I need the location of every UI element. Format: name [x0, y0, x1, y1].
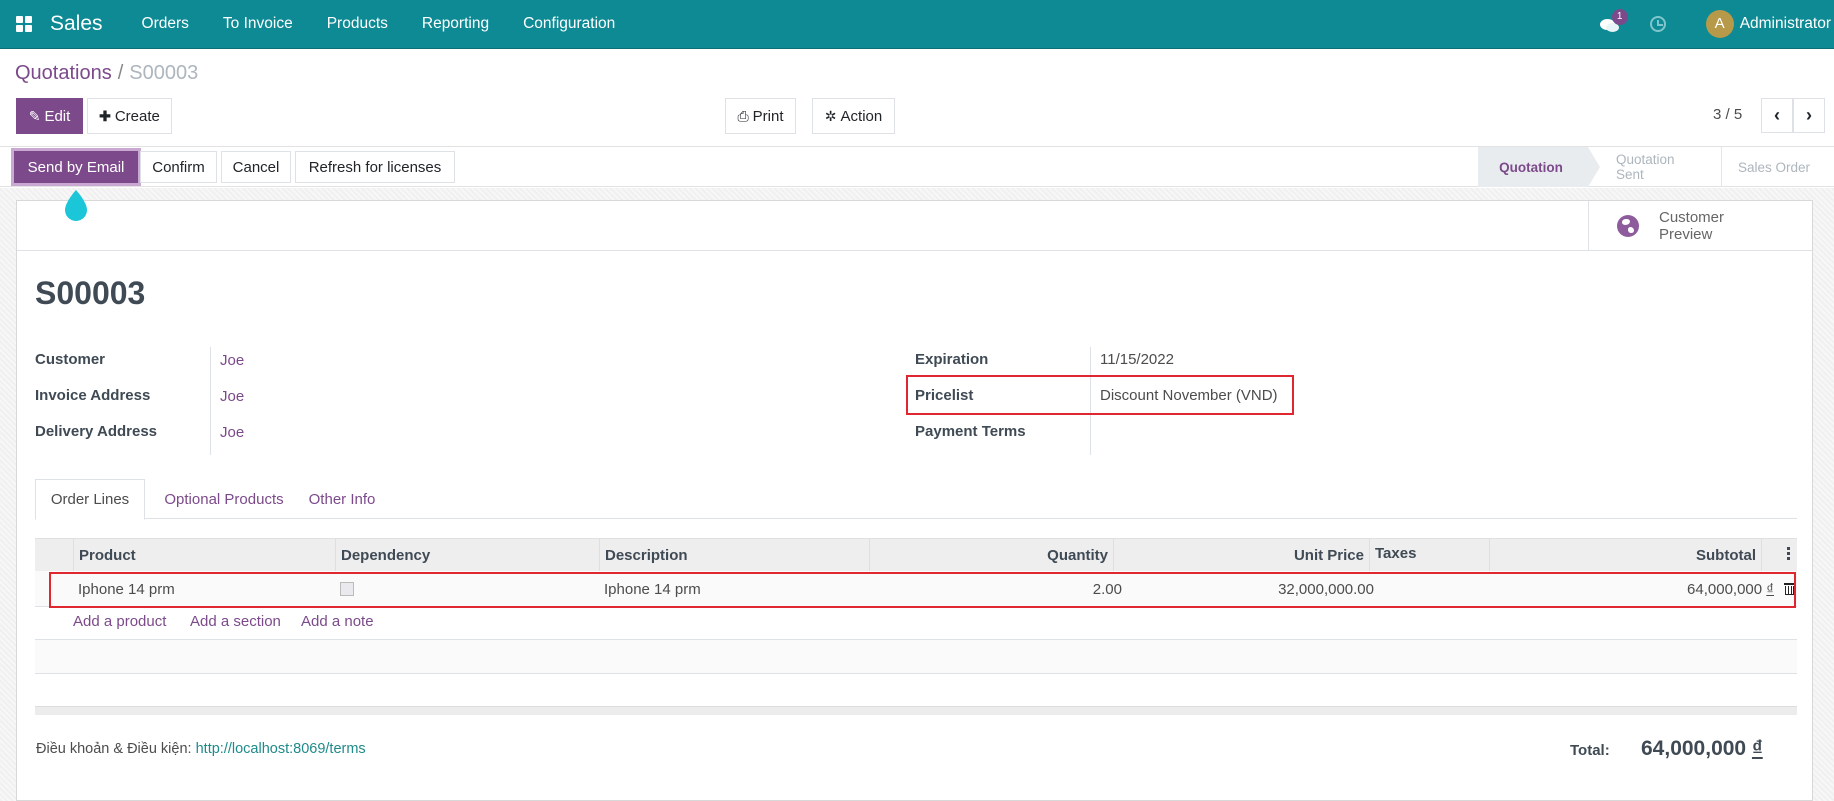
invoice-address-value[interactable]: Joe	[220, 388, 244, 405]
tab-other-info[interactable]: Other Info	[300, 479, 384, 519]
navbar-systray: 1 A Administrator	[1599, 0, 1834, 49]
user-menu[interactable]: Administrator	[1740, 15, 1831, 33]
payment-terms-label: Payment Terms	[915, 423, 1026, 440]
form-sheet: Customer Preview S00003 Customer Invoice…	[16, 200, 1813, 801]
menu-reporting[interactable]: Reporting	[422, 15, 489, 33]
messages-icon[interactable]: 1	[1599, 9, 1628, 33]
breadcrumb-current: S00003	[129, 62, 199, 84]
stage-sales-order[interactable]: Sales Order	[1722, 147, 1834, 187]
expiration-label: Expiration	[915, 351, 989, 368]
menu-orders[interactable]: Orders	[142, 15, 189, 33]
print-label: Print	[752, 107, 784, 125]
activities-clock-icon[interactable]	[1649, 16, 1666, 32]
column-subtotal[interactable]: Subtotal	[1489, 539, 1761, 572]
add-product-link[interactable]: Add a product	[73, 613, 166, 630]
column-description[interactable]: Description	[599, 539, 869, 572]
terms-link[interactable]: http://localhost:8069/terms	[196, 741, 366, 757]
customer-value[interactable]: Joe	[220, 352, 244, 369]
action-button[interactable]: ✲ Action	[812, 98, 895, 134]
menu-configuration[interactable]: Configuration	[523, 15, 615, 33]
add-note-link[interactable]: Add a note	[301, 613, 374, 630]
top-navbar: Sales Orders To Invoice Products Reporti…	[0, 0, 1834, 49]
table-footer	[35, 706, 1797, 715]
chevron-left-icon: ‹	[1774, 105, 1780, 125]
breadcrumb-quotations[interactable]: Quotations	[15, 62, 112, 84]
pager-next-button[interactable]: ›	[1793, 98, 1825, 133]
invoice-address-label: Invoice Address	[35, 387, 151, 404]
tour-tip-pin-icon[interactable]	[63, 188, 89, 222]
send-by-email-button[interactable]: Send by Email	[14, 151, 138, 183]
user-avatar[interactable]: A	[1705, 10, 1734, 38]
pager-value[interactable]: 3 / 5	[1713, 106, 1742, 123]
terms-and-conditions: Điều khoản & Điều kiện: http://localhost…	[36, 741, 366, 757]
total-label: Total:	[1570, 742, 1610, 759]
apps-menu-icon[interactable]	[16, 16, 32, 32]
customer-preview-button[interactable]: Customer Preview	[1588, 201, 1812, 251]
breadcrumb-separator: /	[117, 62, 124, 84]
row-divider	[35, 673, 1797, 674]
plus-icon: ✚	[99, 107, 111, 124]
menu-products[interactable]: Products	[327, 15, 388, 33]
handle-column-header	[35, 539, 73, 572]
total-amount: 64,000,000 ₫	[1641, 737, 1763, 761]
total-currency: ₫	[1751, 737, 1763, 760]
status-stages: Quotation Quotation Sent Sales Order	[1478, 147, 1834, 187]
edit-label: Edit	[44, 107, 71, 125]
action-label: Action	[840, 107, 883, 125]
stage-quotation[interactable]: Quotation	[1478, 147, 1600, 187]
chevron-right-icon: ›	[1806, 105, 1812, 125]
add-section-link[interactable]: Add a section	[190, 613, 281, 630]
column-product[interactable]: Product	[73, 539, 335, 572]
notebook-tabs: Order Lines Optional Products Other Info	[35, 479, 1797, 520]
delivery-address-value[interactable]: Joe	[220, 424, 244, 441]
pencil-icon: ✎	[28, 107, 41, 124]
record-title: S00003	[35, 275, 146, 311]
customer-preview-line2: Preview	[1659, 226, 1713, 243]
kebab-icon	[1787, 547, 1791, 563]
expiration-value: 11/15/2022	[1100, 351, 1174, 368]
customer-preview-line1: Customer	[1659, 209, 1725, 226]
create-button[interactable]: ✚ Create	[87, 98, 172, 134]
breadcrumb: Quotations / S00003	[15, 62, 198, 85]
create-label: Create	[114, 107, 160, 125]
cancel-button[interactable]: Cancel	[221, 151, 291, 183]
tab-optional-products[interactable]: Optional Products	[153, 479, 295, 519]
order-line-highlight-box	[49, 572, 1796, 608]
column-dependency[interactable]: Dependency	[335, 539, 599, 572]
printer-icon: ⎙	[737, 107, 749, 124]
terms-label: Điều khoản & Điều kiện:	[36, 741, 192, 757]
customer-preview-label: Customer Preview	[1659, 209, 1724, 243]
edit-button[interactable]: ✎ Edit	[16, 98, 83, 134]
menu-to-invoice[interactable]: To Invoice	[223, 15, 293, 33]
left-group-divider	[210, 347, 211, 455]
app-name[interactable]: Sales	[50, 12, 103, 36]
refresh-licenses-button[interactable]: Refresh for licenses	[295, 151, 455, 183]
globe-icon	[1617, 215, 1639, 237]
confirm-button[interactable]: Confirm	[140, 151, 217, 183]
column-taxes[interactable]: Taxes	[1369, 539, 1489, 572]
tab-order-lines[interactable]: Order Lines	[35, 479, 145, 520]
column-quantity[interactable]: Quantity	[869, 539, 1113, 572]
total-value: 64,000,000	[1641, 737, 1747, 760]
optional-columns-toggle[interactable]	[1761, 539, 1797, 572]
delivery-address-label: Delivery Address	[35, 423, 158, 440]
form-statusbar: Send by Email Confirm Cancel Refresh for…	[0, 147, 1834, 187]
stage-quotation-sent[interactable]: Quotation Sent	[1588, 147, 1722, 187]
print-button[interactable]: ⎙ Print	[725, 98, 796, 134]
messages-badge: 1	[1611, 9, 1628, 25]
empty-row	[35, 640, 1797, 673]
pager-previous-button[interactable]: ‹	[1761, 98, 1793, 133]
button-box: Customer Preview	[17, 201, 1812, 251]
customer-label: Customer	[35, 351, 106, 368]
column-unit-price[interactable]: Unit Price	[1113, 539, 1369, 572]
pricelist-highlight-box	[906, 375, 1294, 415]
order-lines-header: Product Dependency Description Quantity …	[35, 538, 1797, 572]
gear-icon: ✲	[824, 107, 837, 124]
